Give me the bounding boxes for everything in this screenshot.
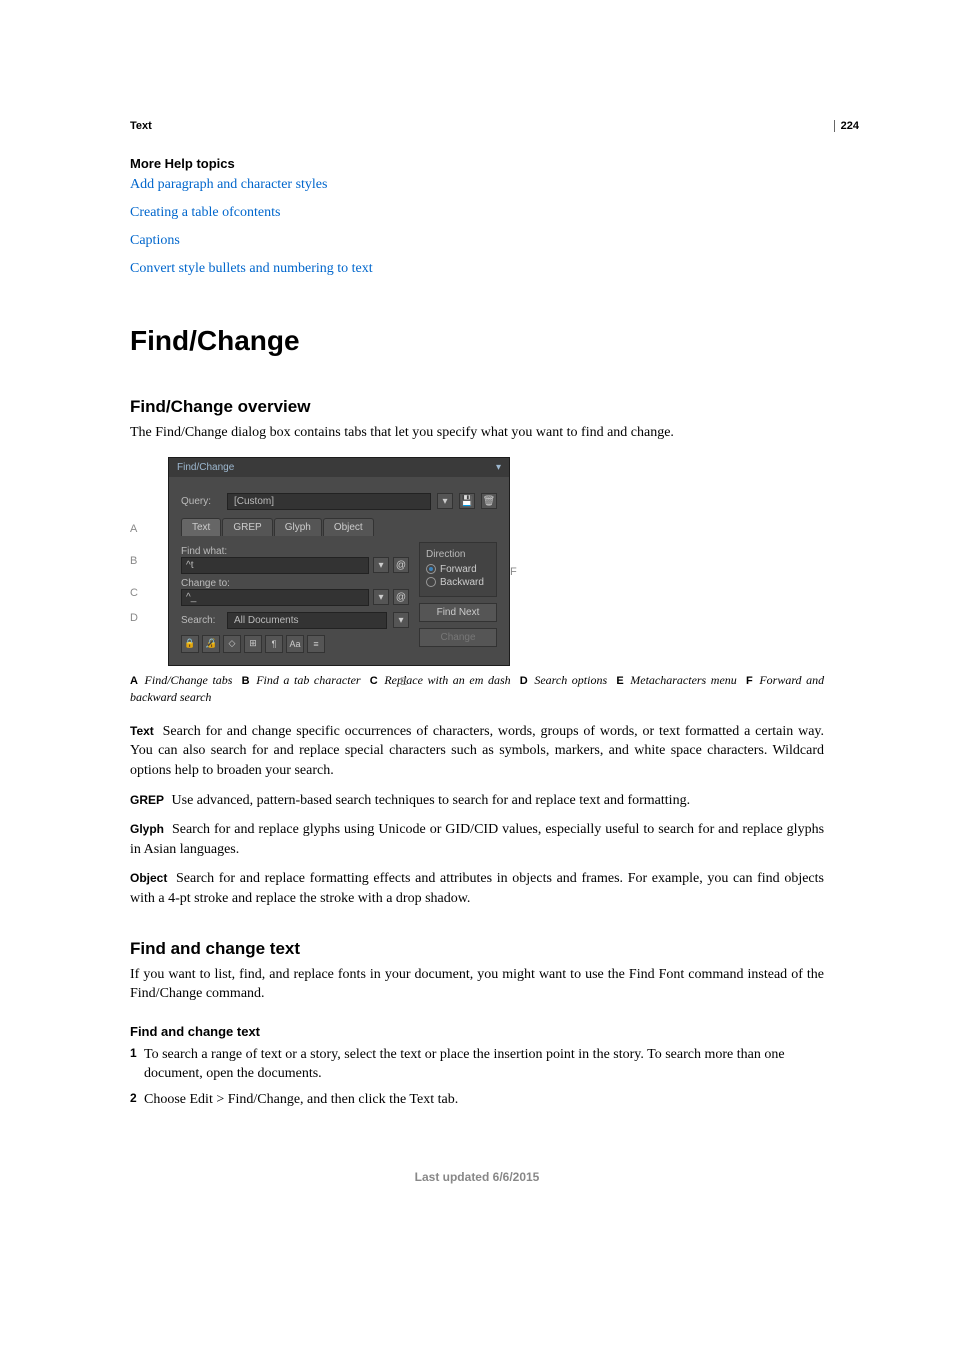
find-meta-icon[interactable]: @ [393,557,409,573]
delete-query-icon[interactable]: 🗑 [481,493,497,509]
direction-heading: Direction [426,549,490,560]
term-glyph: Glyph [130,822,164,836]
def-glyph-body: Search for and replace glyphs using Unic… [130,822,824,857]
more-help-heading: More Help topics [130,156,824,171]
cap-e: Metacharacters menu [630,673,737,687]
query-label: Query: [181,496,221,507]
find-dropdown-icon[interactable]: ▾ [373,557,389,573]
term-grep: GREP [130,793,164,807]
search-dropdown-icon[interactable]: ▾ [393,612,409,628]
direction-backward-label: Backward [440,577,484,588]
cap-d-key: D [520,675,528,687]
step-1: 1 To search a range of text or a story, … [130,1045,824,1084]
leader-c: C [130,587,138,599]
tab-object[interactable]: Object [323,518,374,536]
change-to-input[interactable]: ^_ [181,589,369,606]
find-text-heading: Find and change text [130,939,824,959]
find-text-intro: If you want to list, find, and replace f… [130,965,824,1004]
help-link-styles[interactable]: Add paragraph and character styles [130,177,824,193]
help-link-toc[interactable]: Creating a table ofcontents [130,205,824,221]
opt-hidden-icon[interactable]: ◇ [223,635,241,653]
leader-f: F [510,566,517,578]
dialog-collapse-icon[interactable]: ▾ [496,462,501,473]
tab-grep[interactable]: GREP [222,518,272,536]
opt-footnotes-icon[interactable]: ¶ [265,635,283,653]
leader-d: D [130,612,138,624]
page-title-h1: Find/Change [130,325,824,357]
opt-locked-layers-icon[interactable]: 🔒 [181,635,199,653]
figure-find-change: A B C D Find/Change ▾ Query: [Custom] ▾ … [130,457,550,666]
def-text: Text Search for and change specific occu… [130,722,824,781]
tab-text[interactable]: Text [181,518,221,536]
dialog-title: Find/Change [177,462,234,473]
def-grep-body: Use advanced, pattern-based search techn… [172,793,691,808]
tab-glyph[interactable]: Glyph [274,518,322,536]
section-label: Text [130,120,824,132]
step-1-number: 1 [130,1045,144,1084]
overview-intro: The Find/Change dialog box contains tabs… [130,423,824,443]
cap-d: Search options [534,673,607,687]
find-next-button[interactable]: Find Next [419,603,497,622]
find-text-subheading: Find and change text [130,1024,824,1039]
leader-b: B [130,555,137,567]
search-scope-label: Search: [181,615,221,626]
cap-b: Find a tab character [256,673,360,687]
save-query-icon[interactable]: 💾 [459,493,475,509]
opt-master-icon[interactable]: ⊞ [244,635,262,653]
page-number: 224 [834,120,859,132]
cap-c-key: C [370,675,378,687]
direction-forward-label: Forward [440,564,477,575]
overview-heading: Find/Change overview [130,397,824,417]
cap-a-key: A [130,675,138,687]
opt-whole-word-icon[interactable]: ≡ [307,635,325,653]
find-change-dialog: Find/Change ▾ Query: [Custom] ▾ 💾 🗑 Text… [168,457,510,666]
step-2: 2 Choose Edit > Find/Change, and then cl… [130,1090,824,1110]
def-grep: GREP Use advanced, pattern-based search … [130,791,824,811]
change-button[interactable]: Change [419,628,497,647]
query-select[interactable]: [Custom] [227,493,431,510]
direction-forward-radio[interactable]: Forward [426,564,490,575]
opt-case-icon[interactable]: Aa [286,635,304,653]
change-dropdown-icon[interactable]: ▾ [373,589,389,605]
def-object: Object Search for and replace formatting… [130,869,824,908]
find-what-label: Find what: [181,546,409,557]
term-text: Text [130,724,154,738]
change-to-label: Change to: [181,578,409,589]
radio-off-icon [426,577,436,587]
step-2-text: Choose Edit > Find/Change, and then clic… [144,1090,824,1110]
change-meta-icon[interactable]: @ [393,589,409,605]
find-what-input[interactable]: ^t [181,557,369,574]
step-2-number: 2 [130,1090,144,1110]
radio-on-icon [426,564,436,574]
step-1-text: To search a range of text or a story, se… [144,1045,824,1084]
figure-caption: A Find/Change tabs B Find a tab characte… [130,672,824,706]
cap-b-key: B [242,675,250,687]
opt-locked-stories-icon[interactable]: 🔏 [202,635,220,653]
def-object-body: Search for and replace formatting effect… [130,871,824,906]
query-dropdown-icon[interactable]: ▾ [437,493,453,509]
tab-row: Text GREP Glyph Object [181,518,497,536]
footer-updated: Last updated 6/6/2015 [130,1170,824,1184]
cap-e-key: E [616,675,623,687]
def-text-body: Search for and change specific occurrenc… [130,724,824,778]
help-link-convert[interactable]: Convert style bullets and numbering to t… [130,261,824,277]
def-glyph: Glyph Search for and replace glyphs usin… [130,820,824,859]
term-object: Object [130,871,167,885]
help-link-captions[interactable]: Captions [130,233,824,249]
cap-a: Find/Change tabs [145,673,233,687]
direction-backward-radio[interactable]: Backward [426,577,490,588]
search-scope-select[interactable]: All Documents [227,612,387,629]
leader-a: A [130,523,137,535]
leader-e: E [400,676,407,688]
cap-f-key: F [746,675,753,687]
